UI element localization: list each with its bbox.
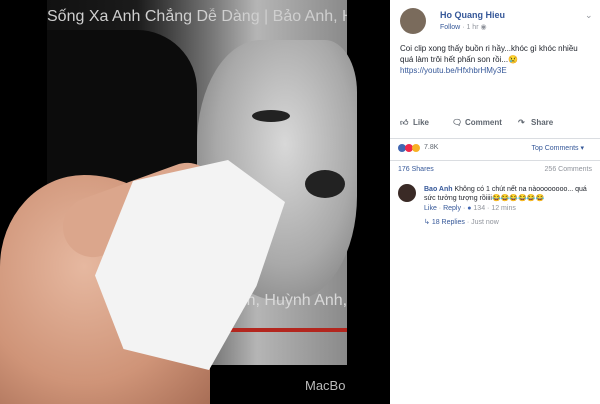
comment-sort-dropdown[interactable]: Top Comments ▾	[531, 144, 584, 152]
comment-text-block: Bao Anh Không có 1 chút nết na nàooooooo…	[424, 185, 594, 203]
comment-reaction-icons: ●	[467, 205, 472, 212]
reaction-summary[interactable]: 7.8K Top Comments ▾	[398, 144, 592, 154]
commenter-name[interactable]: Bao Anh	[424, 186, 453, 193]
comments-count[interactable]: 256 Comments	[545, 166, 592, 173]
author-avatar[interactable]	[400, 8, 426, 34]
comment-meta: Like · Reply · ● 134 · 12 mins	[424, 205, 516, 212]
video-title-overlay: Sống Xa Anh Chẳng Dễ Dàng | Bảo Anh, Huỳ…	[47, 8, 347, 25]
share-arrow-icon: ↷	[518, 118, 525, 127]
post-meta: Follow · 1 hr ◉	[440, 23, 487, 31]
thumbs-up-icon: 👍︎	[400, 118, 409, 127]
post-options-chevron-icon[interactable]: ⌄	[585, 10, 593, 21]
sad-reaction-icon	[412, 144, 420, 152]
divider	[390, 160, 600, 161]
reaction-count: 7.8K	[424, 144, 439, 151]
comment-reply-link[interactable]: Reply	[443, 205, 461, 212]
share-button[interactable]: ↷ Share	[518, 118, 553, 127]
like-label: Like	[413, 118, 430, 127]
post-text: Coi clip xong thấy buồn ri hầy...khóc gì…	[400, 43, 590, 76]
follow-link[interactable]: Follow	[440, 24, 460, 31]
shares-count[interactable]: 176 Shares	[398, 166, 434, 173]
comment-reaction-count: 134	[473, 205, 486, 212]
replies-time: Just now	[471, 219, 499, 226]
author-name[interactable]: Ho Quang Hieu	[440, 10, 505, 20]
device-label: MacBo	[305, 378, 346, 393]
post-header: Ho Quang Hieu Follow · 1 hr ◉ ⌄	[400, 8, 595, 38]
reply-arrow-icon: ↳	[424, 219, 432, 226]
post-time[interactable]: 1 hr	[466, 24, 478, 31]
post-actions: 👍︎ Like 🗨︎ Comment ↷ Share	[400, 118, 590, 130]
post-body: Coi clip xong thấy buồn ri hầy...khóc gì…	[400, 44, 578, 64]
speech-bubble-icon: 🗨︎	[452, 118, 463, 127]
comment-button[interactable]: 🗨︎ Comment	[452, 118, 502, 127]
comment-like-link[interactable]: Like	[424, 205, 437, 212]
post-link[interactable]: https://youtu.be/HfxhbrHMy3E	[400, 65, 590, 76]
commenter-avatar[interactable]	[398, 184, 416, 202]
lips-shape	[305, 170, 345, 198]
divider	[390, 138, 600, 139]
replies-label: 18 Replies	[431, 219, 465, 226]
comment-time[interactable]: 12 mins	[491, 205, 516, 212]
post-photo[interactable]: Bảo Anh, Huỳnh Anh, Sống Xa Anh Chẳng Dễ…	[0, 0, 390, 404]
top-comment: Bao Anh Không có 1 chút nết na nàooooooo…	[398, 184, 594, 226]
comment-label: Comment	[465, 118, 502, 127]
globe-icon: ◉	[480, 24, 487, 31]
view-replies-link[interactable]: ↳ 18 Replies · Just now	[424, 218, 499, 226]
like-button[interactable]: 👍︎ Like	[400, 118, 429, 128]
eye-shape	[252, 110, 290, 122]
share-label: Share	[531, 118, 554, 127]
post-panel: Ho Quang Hieu Follow · 1 hr ◉ ⌄ Coi clip…	[390, 0, 600, 404]
